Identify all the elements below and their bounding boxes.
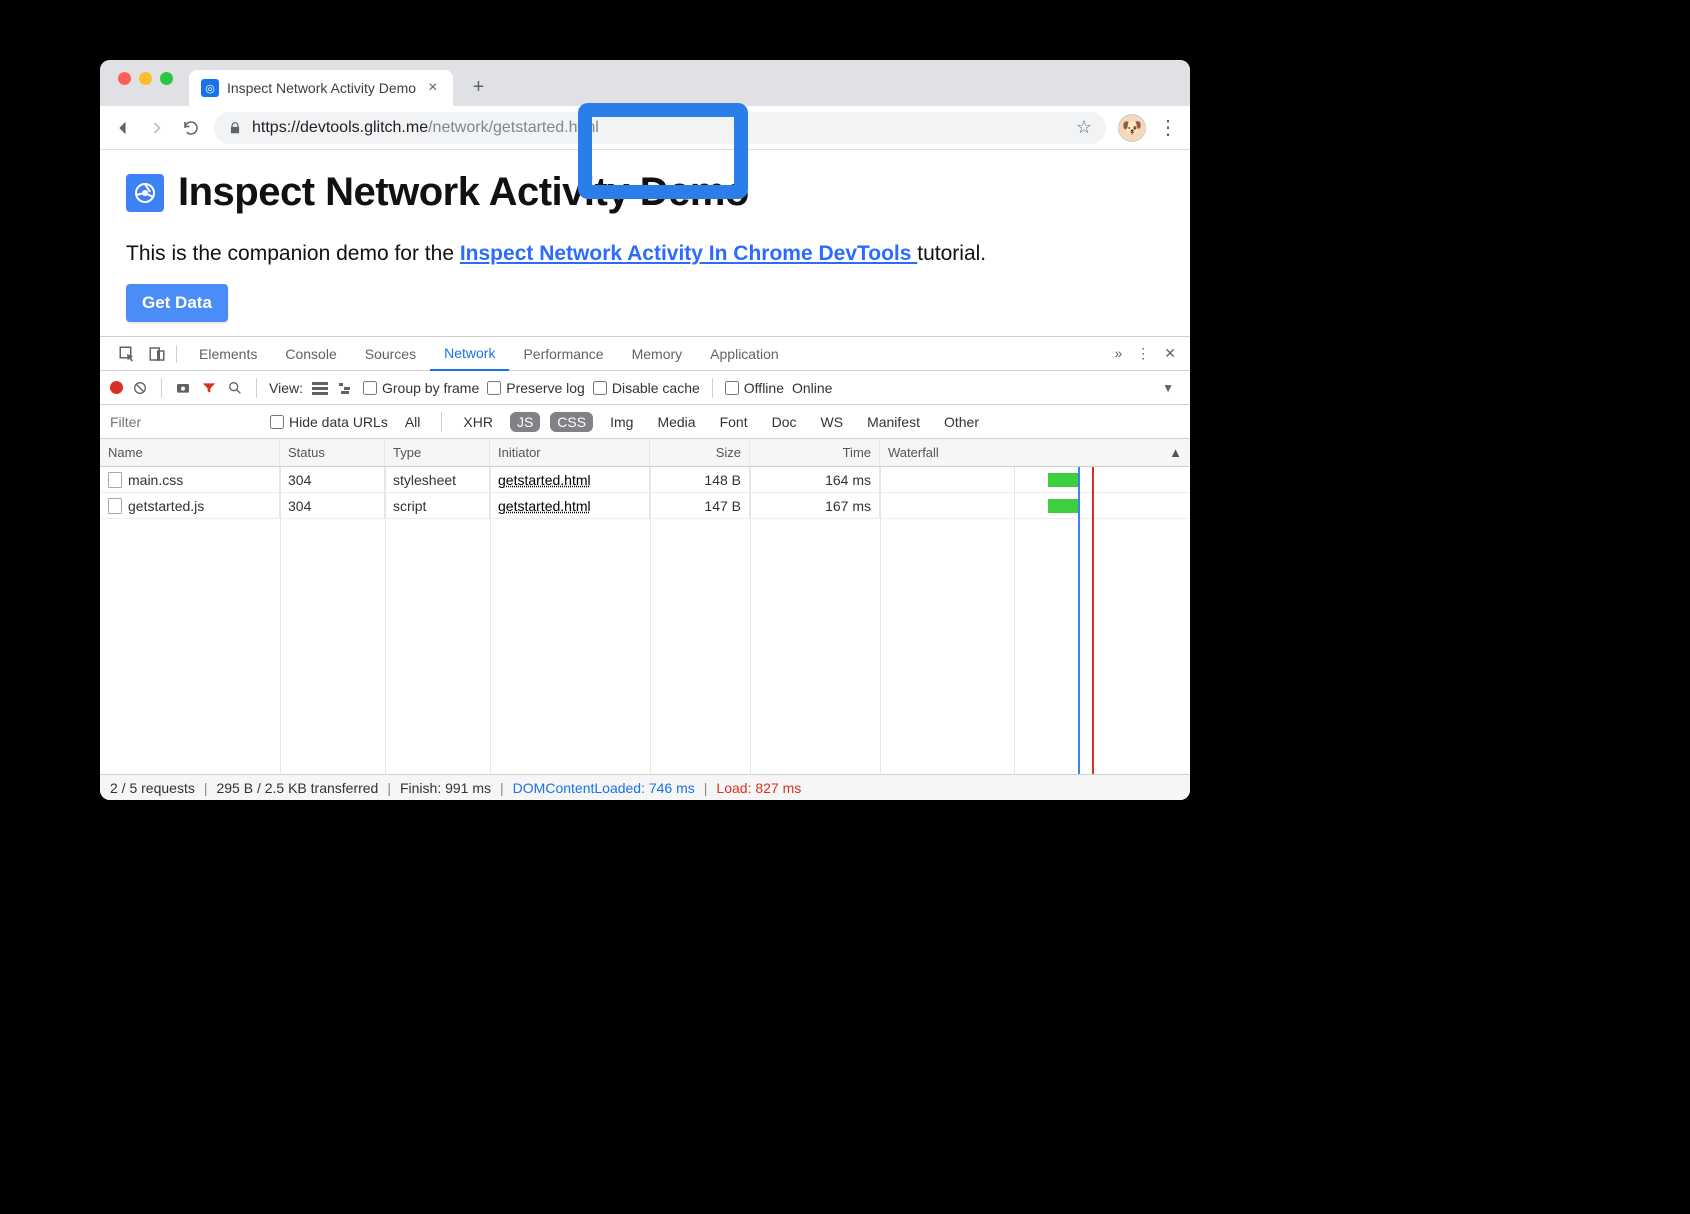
inspect-element-icon[interactable] xyxy=(118,345,136,363)
col-initiator[interactable]: Initiator xyxy=(490,439,650,466)
waterfall-cell xyxy=(880,467,1190,492)
network-filter-bar: Hide data URLs All XHR JS CSS Img Media … xyxy=(100,405,1190,439)
initiator-link[interactable]: getstarted.html xyxy=(498,498,591,514)
tab-performance[interactable]: Performance xyxy=(509,337,617,371)
profile-avatar[interactable]: 🐶 xyxy=(1118,114,1146,142)
overview-icon[interactable] xyxy=(337,379,355,397)
tab-elements[interactable]: Elements xyxy=(185,337,271,371)
table-row[interactable]: getstarted.js 304 script getstarted.html… xyxy=(100,493,1190,519)
devtools-tab-bar: Elements Console Sources Network Perform… xyxy=(100,337,1190,371)
filter-type-doc[interactable]: Doc xyxy=(765,412,804,432)
maximize-window-button[interactable] xyxy=(160,72,173,85)
filter-type-css[interactable]: CSS xyxy=(550,412,593,432)
forward-button[interactable] xyxy=(146,117,168,139)
record-button[interactable] xyxy=(110,381,123,394)
hide-data-urls-checkbox[interactable]: Hide data URLs xyxy=(270,414,388,430)
filter-type-media[interactable]: Media xyxy=(650,412,702,432)
browser-menu-button[interactable]: ⋮ xyxy=(1158,115,1178,140)
view-label: View: xyxy=(269,380,303,396)
network-status-bar: 2 / 5 requests| 295 B / 2.5 KB transferr… xyxy=(100,774,1190,800)
tab-memory[interactable]: Memory xyxy=(618,337,697,371)
tab-strip: ◎ Inspect Network Activity Demo × + xyxy=(100,60,1190,106)
tab-application[interactable]: Application xyxy=(696,337,793,371)
back-button[interactable] xyxy=(112,117,134,139)
device-toolbar-icon[interactable] xyxy=(148,345,166,363)
window-controls xyxy=(112,72,183,95)
col-name[interactable]: Name xyxy=(100,439,280,466)
devtools-menu-icon[interactable]: ⋮ xyxy=(1136,345,1150,362)
browser-toolbar: https://devtools.glitch.me/network/getst… xyxy=(100,106,1190,150)
tab-console[interactable]: Console xyxy=(271,337,350,371)
screenshots-icon[interactable] xyxy=(174,379,192,397)
clear-button[interactable] xyxy=(131,379,149,397)
initiator-link[interactable]: getstarted.html xyxy=(498,472,591,488)
filter-type-all[interactable]: All xyxy=(398,412,428,432)
url-text: https://devtools.glitch.me/network/getst… xyxy=(252,119,599,137)
disable-cache-checkbox[interactable]: Disable cache xyxy=(593,380,700,396)
address-bar[interactable]: https://devtools.glitch.me/network/getst… xyxy=(214,112,1106,144)
get-data-button[interactable]: Get Data xyxy=(126,284,228,322)
new-tab-button[interactable]: + xyxy=(463,72,493,102)
search-icon[interactable] xyxy=(226,379,244,397)
large-rows-icon[interactable] xyxy=(311,379,329,397)
col-size[interactable]: Size xyxy=(650,439,750,466)
browser-window: ◎ Inspect Network Activity Demo × + http… xyxy=(100,60,1190,800)
toolbar-overflow-icon[interactable]: ▼ xyxy=(1162,381,1180,395)
filter-type-ws[interactable]: WS xyxy=(814,412,851,432)
filter-type-manifest[interactable]: Manifest xyxy=(860,412,927,432)
reload-button[interactable] xyxy=(180,117,202,139)
col-status[interactable]: Status xyxy=(280,439,385,466)
page-subtitle: This is the companion demo for the Inspe… xyxy=(126,239,1164,268)
page-hero-icon xyxy=(126,174,164,212)
col-time[interactable]: Time xyxy=(750,439,880,466)
browser-tab[interactable]: ◎ Inspect Network Activity Demo × xyxy=(189,70,453,106)
close-devtools-icon[interactable]: ✕ xyxy=(1164,345,1176,362)
lock-icon xyxy=(228,121,242,135)
col-type[interactable]: Type xyxy=(385,439,490,466)
network-table: Name Status Type Initiator Size Time Wat… xyxy=(100,439,1190,774)
devtools-panel: Elements Console Sources Network Perform… xyxy=(100,336,1190,800)
filter-type-js[interactable]: JS xyxy=(510,412,540,432)
close-window-button[interactable] xyxy=(118,72,131,85)
tab-title: Inspect Network Activity Demo xyxy=(227,80,416,96)
group-by-frame-checkbox[interactable]: Group by frame xyxy=(363,380,479,396)
minimize-window-button[interactable] xyxy=(139,72,152,85)
waterfall-cell xyxy=(880,493,1190,518)
filter-input[interactable] xyxy=(110,411,260,433)
filter-type-other[interactable]: Other xyxy=(937,412,986,432)
file-icon xyxy=(108,472,122,488)
filter-icon[interactable] xyxy=(200,379,218,397)
col-waterfall[interactable]: Waterfall▲ xyxy=(880,439,1190,466)
close-tab-button[interactable]: × xyxy=(424,79,441,97)
tab-sources[interactable]: Sources xyxy=(351,337,430,371)
page-title: Inspect Network Activity Demo xyxy=(178,170,749,215)
table-header: Name Status Type Initiator Size Time Wat… xyxy=(100,439,1190,467)
network-toolbar: View: Group by frame Preserve log Disabl… xyxy=(100,371,1190,405)
table-body: main.css 304 stylesheet getstarted.html … xyxy=(100,467,1190,774)
filter-type-font[interactable]: Font xyxy=(713,412,755,432)
throttling-select[interactable]: Online xyxy=(792,380,832,396)
preserve-log-checkbox[interactable]: Preserve log xyxy=(487,380,585,396)
offline-checkbox[interactable]: Offline xyxy=(725,380,784,396)
tutorial-link[interactable]: Inspect Network Activity In Chrome DevTo… xyxy=(460,242,917,265)
bookmark-star-icon[interactable]: ☆ xyxy=(1076,117,1092,138)
more-tabs-icon[interactable]: » xyxy=(1114,345,1122,362)
tab-network[interactable]: Network xyxy=(430,337,509,371)
filter-type-img[interactable]: Img xyxy=(603,412,640,432)
table-row[interactable]: main.css 304 stylesheet getstarted.html … xyxy=(100,467,1190,493)
file-icon xyxy=(108,498,122,514)
favicon-icon: ◎ xyxy=(201,79,219,97)
filter-type-xhr[interactable]: XHR xyxy=(456,412,500,432)
page-content: Inspect Network Activity Demo This is th… xyxy=(100,150,1190,336)
